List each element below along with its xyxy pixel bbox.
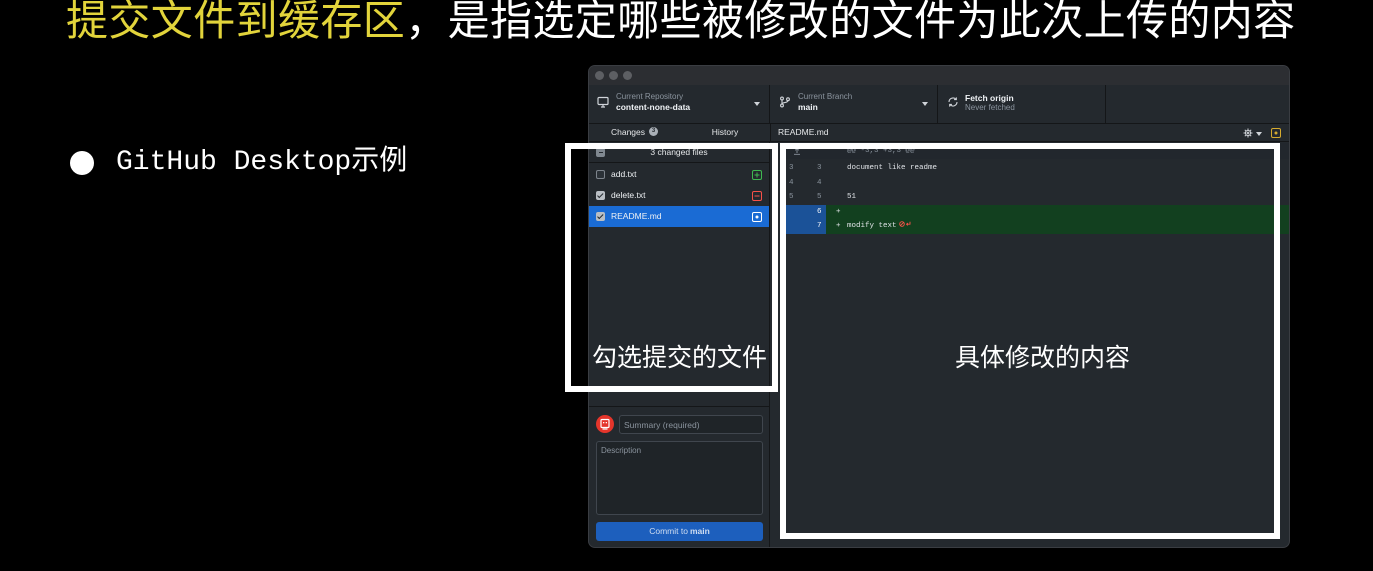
annotation-box-diff	[780, 143, 1280, 539]
commit-panel: Commit tomain	[589, 406, 769, 547]
commit-button-label: Commit to	[649, 526, 688, 536]
desktop-icon	[597, 96, 609, 108]
sync-icon	[947, 96, 959, 108]
commit-summary-input[interactable]	[619, 415, 763, 434]
fetch-label: Fetch origin	[965, 93, 1014, 103]
window-titlebar	[589, 66, 1289, 85]
gear-icon[interactable]	[1243, 128, 1253, 138]
slide-title-highlight: 提交文件到缓存区	[66, 0, 406, 45]
commit-button[interactable]: Commit to main	[596, 522, 763, 541]
window-zoom-button[interactable]	[623, 71, 632, 80]
tab-changes-label: Changes	[610, 127, 646, 137]
chevron-down-icon	[922, 102, 928, 106]
window-close-button[interactable]	[595, 71, 604, 80]
toolbar: Current Repository content-none-data Cur…	[589, 85, 1289, 124]
commit-button-branch: main	[689, 526, 710, 536]
tab-bar: Changes 3 History README.md	[589, 124, 1289, 142]
annotation-label-diff: 具体修改的内容	[955, 343, 1131, 372]
current-branch-button[interactable]: Current Branch main	[770, 85, 938, 123]
repository-name: content-none-data	[616, 102, 691, 112]
commit-description-input[interactable]	[596, 441, 763, 515]
branch-name: main	[798, 102, 818, 112]
window-minimize-button[interactable]	[609, 71, 618, 80]
file-modified-icon	[1271, 128, 1281, 138]
pane-divider	[770, 124, 771, 141]
avatar-icon	[596, 415, 614, 433]
git-branch-icon	[779, 96, 791, 108]
fetch-status: Never fetched	[965, 103, 1015, 112]
tab-changes[interactable]: Changes 3	[589, 124, 680, 141]
chevron-down-icon	[754, 102, 760, 106]
bullet-text: GitHub Desktop示例	[116, 147, 408, 178]
changes-count-badge: 3	[649, 127, 659, 137]
slide-title-rest: ，是指选定哪些被修改的文件为此次上传的内容	[405, 0, 1296, 45]
annotation-label-file-list: 勾选提交的文件	[592, 343, 768, 372]
diff-file-name: README.md	[778, 127, 829, 137]
current-repository-button[interactable]: Current Repository content-none-data	[589, 85, 770, 123]
branch-label: Current Branch	[798, 92, 853, 101]
tab-history[interactable]: History	[680, 124, 770, 141]
slide-title: 提交文件到缓存区，是指选定哪些被修改的文件为此次上传的内容	[66, 0, 1296, 45]
repository-label: Current Repository	[616, 92, 684, 101]
tab-history-label: History	[711, 127, 739, 137]
bullet-dot-icon	[70, 151, 94, 175]
fetch-origin-button[interactable]: Fetch origin Never fetched	[938, 85, 1106, 123]
chevron-down-icon[interactable]	[1256, 132, 1262, 136]
